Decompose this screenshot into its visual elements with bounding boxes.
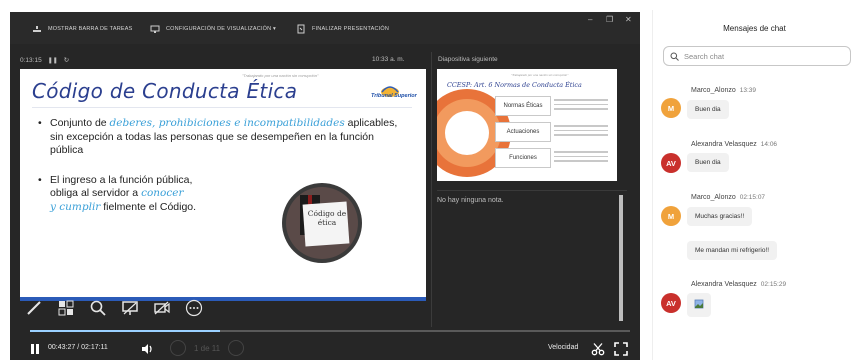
message-time: 02:15:29: [760, 281, 787, 288]
pause-button[interactable]: [28, 342, 42, 356]
message-sender: Marco_Alonzo 02:15:07: [691, 194, 765, 201]
message-bubble: Muchas gracias!!: [687, 207, 753, 226]
elapsed-time: 0:13:15: [20, 56, 42, 64]
camera-off-icon: [154, 301, 170, 315]
next-slide-item-1-lines: [552, 96, 610, 116]
message-bubble: Buen dia: [687, 100, 729, 119]
show-taskbar-label: MOSTRAR BARRA DE TAREAS: [48, 26, 133, 32]
presenter-toolbar: MOSTRAR BARRA DE TAREAS CONFIGURACIÓN DE…: [10, 12, 640, 44]
bullet-2: • El ingreso a la función pública, oblig…: [38, 173, 197, 213]
presenter-view: MOSTRAR BARRA DE TAREAS CONFIGURACIÓN DE…: [10, 12, 640, 360]
restore-button[interactable]: ❐: [606, 15, 613, 24]
end-presentation-button[interactable]: FINALIZAR PRESENTACIÓN: [296, 22, 389, 36]
sender-name: Alexandra Velasquez: [691, 141, 757, 148]
message-bubble: Me mandan mi refrigerio!!: [687, 241, 778, 260]
chat-title: Mensajes de chat: [723, 24, 786, 33]
image-attachment-icon[interactable]: [694, 299, 704, 309]
next-slide-label: Diapositiva siguiente: [438, 56, 498, 63]
video-progress-track[interactable]: [30, 330, 630, 332]
bullet-2-line3-accent: y cumplir: [50, 200, 101, 213]
presenter-tools: [24, 296, 204, 320]
camera-toggle-button[interactable]: [152, 298, 172, 318]
next-slide-thumbnail[interactable]: "Trabajando por una nación sin corrupció…: [437, 69, 617, 181]
display-settings-icon: [150, 25, 160, 33]
bullet-1-pre: Conjunto de: [50, 117, 110, 129]
sender-name: Marco_Alonzo: [691, 194, 736, 201]
speaker-notes[interactable]: No hay ninguna nota.: [437, 190, 627, 326]
message-time: 02:15:07: [739, 194, 766, 201]
message-sender: Alexandra Velasquez 02:15:29: [691, 281, 786, 288]
fullscreen-icon[interactable]: [614, 342, 628, 356]
sender-name: Alexandra Velasquez: [691, 281, 757, 288]
slide-title: Código de Conducta Ética: [32, 79, 298, 103]
avatar: AV: [661, 153, 681, 173]
video-controls: 00:43:27 / 02:17:11 Velocidad: [20, 338, 640, 360]
display-settings-button[interactable]: CONFIGURACIÓN DE VISUALIZACIÓN ▾: [150, 22, 276, 36]
bullet-2-line1: El ingreso a la función pública,: [50, 173, 193, 186]
zoom-icon: [90, 300, 106, 316]
notes-text: No hay ninguna nota.: [437, 197, 504, 204]
avatar: M: [661, 206, 681, 226]
message-bubble: [687, 293, 711, 317]
display-settings-label: CONFIGURACIÓN DE VISUALIZACIÓN ▾: [166, 26, 277, 32]
current-clock: 10:33 a. m.: [372, 56, 405, 63]
slides-grid-icon: [58, 300, 74, 316]
chat-panel: Mensajes de chat M Marco_Alonzo13:39 Bue…: [652, 10, 855, 360]
screen: MOSTRAR BARRA DE TAREAS CONFIGURACIÓN DE…: [0, 0, 855, 360]
minimize-button[interactable]: –: [588, 15, 592, 24]
panel-divider: [431, 52, 432, 327]
next-slide-item-2-lines: [552, 122, 610, 142]
video-progress-fill: [30, 330, 220, 332]
bullet-2-line2-accent: conocer: [141, 187, 184, 200]
scissors-icon[interactable]: [591, 342, 605, 356]
logo-text: Tribunal Superior: [371, 93, 417, 99]
search-icon: [670, 52, 679, 61]
see-all-slides-button[interactable]: [56, 298, 76, 318]
avatar: AV: [661, 293, 681, 313]
pen-tool-button[interactable]: [24, 298, 44, 318]
video-time: 00:43:27 / 02:17:11: [48, 344, 108, 351]
zoom-button[interactable]: [88, 298, 108, 318]
next-slide-item-1: Normas Éticas: [495, 96, 551, 116]
next-slide-subtitle: "Trabajando por una nación sin corrupció…: [511, 73, 569, 77]
speed-button[interactable]: Velocidad: [548, 344, 578, 351]
black-screen-button[interactable]: [120, 298, 140, 318]
slide-divider: [32, 107, 412, 108]
screen-icon: [122, 301, 138, 315]
notes-scrollbar[interactable]: [619, 195, 623, 321]
message-sender: Marco_Alonzo 13:39: [691, 87, 756, 94]
close-button[interactable]: ✕: [625, 15, 632, 24]
message-bubble: Buen dia: [687, 153, 729, 172]
end-presentation-icon: [297, 24, 305, 34]
message-sender: Alexandra Velasquez 14:06: [691, 141, 777, 148]
avatar: M: [661, 98, 681, 118]
sender-name: Marco_Alonzo: [691, 87, 736, 94]
slideshow-timer: 0:13:15 ❚❚ ↻: [20, 56, 69, 65]
bullet-2-line3-post: fielmente el Código.: [100, 200, 197, 213]
bullet-1-accent: deberes, prohibiciones e incompatibilida…: [109, 117, 345, 129]
message-time: 13:39: [739, 87, 757, 94]
next-slide-item-3-lines: [552, 148, 610, 168]
more-icon: [185, 299, 203, 317]
bullet-2-line2-pre: obliga al servidor a: [50, 187, 142, 200]
image-caption: Código de ética: [307, 209, 347, 227]
pen-icon: [27, 301, 41, 315]
chat-search-box[interactable]: [663, 46, 851, 66]
more-options-button[interactable]: [184, 298, 204, 318]
slide-tagline: "Trabajando por una nación sin corrupció…: [242, 73, 319, 78]
bullet-1: • Conjunto de deberes, prohibiciones e i…: [38, 117, 398, 157]
taskbar-icon: [33, 26, 41, 32]
chat-search-input[interactable]: [684, 50, 844, 63]
show-taskbar-button[interactable]: MOSTRAR BARRA DE TAREAS: [32, 22, 132, 36]
reset-timer-icon[interactable]: ↻: [64, 56, 69, 64]
next-slide-item-3: Funciones: [495, 148, 551, 168]
current-slide: Código de Conducta Ética "Trabajando por…: [20, 69, 426, 301]
message-time: 14:06: [760, 141, 778, 148]
end-presentation-label: FINALIZAR PRESENTACIÓN: [312, 26, 390, 32]
next-slide-item-2: Actuaciones: [495, 122, 551, 142]
volume-icon[interactable]: [140, 342, 154, 356]
pause-timer-icon[interactable]: ❚❚: [48, 57, 58, 64]
